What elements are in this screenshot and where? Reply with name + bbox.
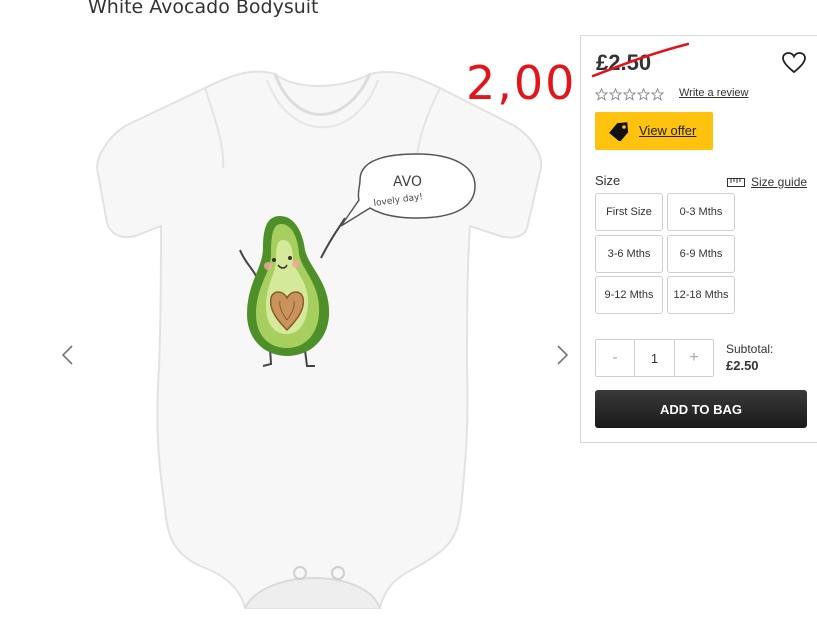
size-option-12-18-mths[interactable]: 12-18 Mths bbox=[667, 276, 735, 314]
previous-image-arrow-icon[interactable] bbox=[58, 340, 78, 370]
subtotal-label: Subtotal: bbox=[726, 342, 774, 356]
quantity-decrease-button[interactable]: - bbox=[596, 340, 634, 376]
add-to-bag-button[interactable]: ADD TO BAG bbox=[595, 390, 807, 428]
size-option-3-6-mths[interactable]: 3-6 Mths bbox=[595, 235, 663, 273]
product-image: AVO lovely day! bbox=[95, 70, 543, 609]
handwritten-price-annotation: 2,00 bbox=[466, 56, 577, 110]
quantity-stepper: - 1 + bbox=[595, 339, 714, 377]
empty-star-icon bbox=[623, 88, 636, 101]
subtotal-value: £2.50 bbox=[726, 358, 759, 373]
speech-bubble-text-line1: AVO bbox=[393, 174, 422, 190]
rating-stars bbox=[595, 88, 664, 101]
size-label: Size bbox=[595, 173, 621, 188]
size-option-6-9-mths[interactable]: 6-9 Mths bbox=[667, 235, 735, 273]
size-guide-label: Size guide bbox=[751, 175, 808, 189]
empty-star-icon bbox=[651, 88, 664, 101]
price-strikethrough-mark bbox=[591, 42, 689, 78]
wishlist-heart-icon[interactable] bbox=[781, 51, 807, 75]
quantity-increase-button[interactable]: + bbox=[675, 340, 713, 376]
purchase-panel: £2.50 Write a review View offer Size Siz… bbox=[580, 35, 817, 443]
size-option-first-size[interactable]: First Size bbox=[595, 193, 663, 231]
view-offer-label: View offer bbox=[639, 123, 697, 138]
view-offer-button[interactable]: View offer bbox=[595, 112, 713, 150]
empty-star-icon bbox=[595, 88, 608, 101]
size-guide-link[interactable]: Size guide bbox=[727, 175, 807, 189]
next-image-arrow-icon[interactable] bbox=[552, 340, 572, 370]
empty-star-icon bbox=[609, 88, 622, 101]
product-title: White Avocado Bodysuit bbox=[88, 0, 319, 18]
ruler-icon bbox=[727, 177, 745, 187]
size-option-0-3-mths[interactable]: 0-3 Mths bbox=[667, 193, 735, 231]
empty-star-icon bbox=[637, 88, 650, 101]
price-tag-icon bbox=[609, 122, 629, 141]
write-review-link[interactable]: Write a review bbox=[679, 87, 748, 99]
size-option-9-12-mths[interactable]: 9-12 Mths bbox=[595, 276, 663, 314]
quantity-input[interactable]: 1 bbox=[634, 340, 675, 376]
